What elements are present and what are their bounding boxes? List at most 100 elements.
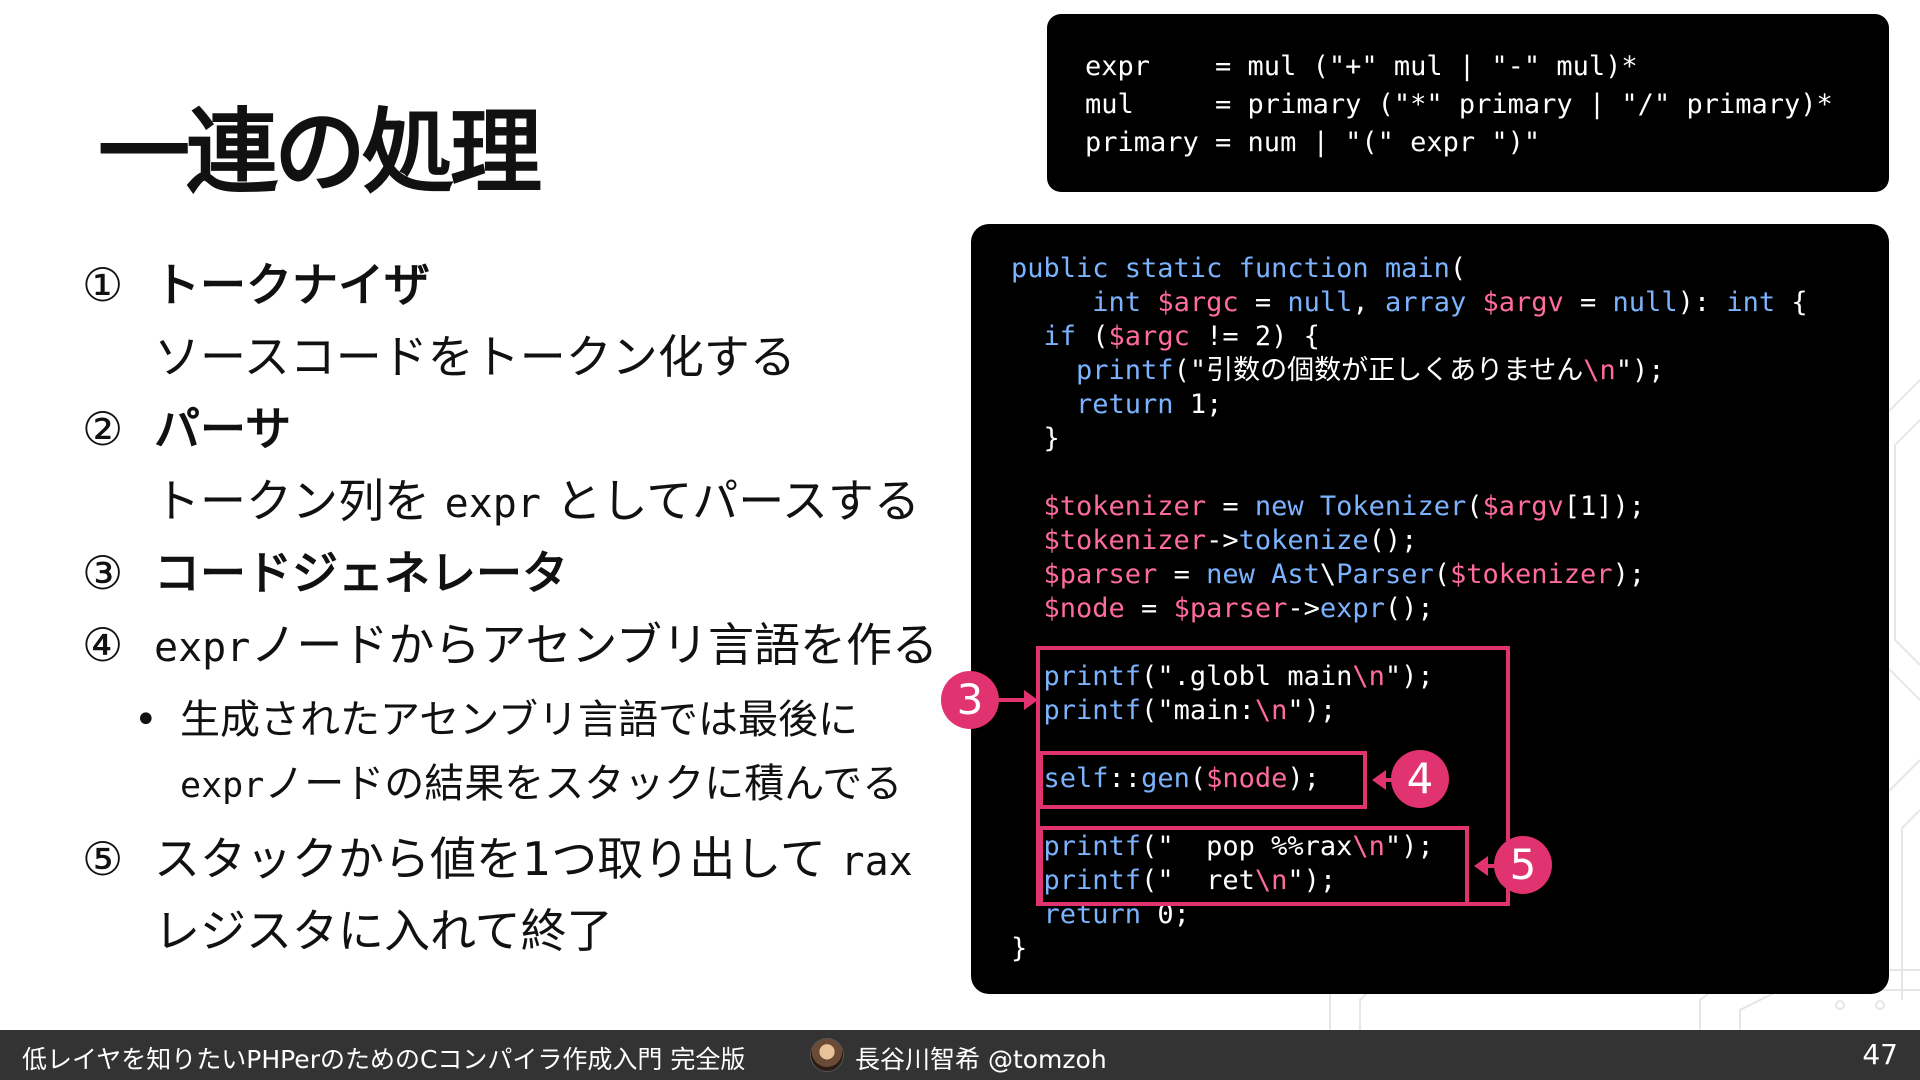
step-code: rax [840, 839, 913, 885]
code-text: { [1775, 287, 1808, 318]
step-number: ② [82, 402, 124, 456]
step-code: expr [154, 625, 251, 671]
code-text: = [1206, 491, 1255, 522]
step-5-description: レジスタに入れて終了 [154, 904, 613, 958]
code-keyword: self [1043, 763, 1109, 794]
code-text: :: [1108, 763, 1142, 794]
code-escape: \n [1254, 695, 1288, 726]
code-line: int $argc = null, array $argv = null): i… [1011, 286, 1889, 320]
grammar-line: expr = mul ("+" mul | "-" mul)* [1085, 51, 1638, 82]
code-text: (" pop %%rax [1141, 831, 1353, 862]
code-escape: \n [1352, 661, 1385, 692]
code-line: return 1; [1011, 388, 1889, 422]
code-keyword: return [1043, 899, 1142, 930]
code-class: Parser [1336, 559, 1434, 590]
code-line: } [1011, 933, 1028, 964]
code-text: (".globl main [1141, 661, 1353, 692]
code-text: (); [1368, 525, 1418, 556]
code-line: self::gen($node); [1011, 762, 1889, 796]
main-code-block: public static function main( int $argc =… [971, 224, 1889, 994]
page-number: 47 [1862, 1038, 1898, 1071]
step-1-description: ソースコードをトークン化する [154, 330, 796, 384]
code-text: = [1238, 287, 1288, 318]
code-text: [1]); [1563, 491, 1646, 522]
code-keyword: array [1384, 287, 1467, 318]
code-line: $parser = new Ast\Parser($tokenizer); [1011, 558, 1889, 592]
code-line: printf("main:\n"); [1011, 694, 1889, 728]
step-1: ① トークナイザ [82, 262, 430, 308]
bullet-code: expr [180, 766, 265, 806]
code-variable: $node [1206, 763, 1288, 794]
step-number: ④ [82, 618, 124, 672]
code-text: \ [1319, 559, 1337, 590]
code-keyword: new [1206, 559, 1255, 590]
code-line: $tokenizer = new Tokenizer($argv[1]); [1011, 490, 1889, 524]
code-function: gen [1141, 763, 1190, 794]
code-text: ); [1612, 559, 1646, 590]
code-text: "); [1615, 355, 1665, 386]
code-text: -> [1287, 593, 1320, 624]
code-function: tokenize [1238, 525, 1369, 556]
code-function: printf [1043, 661, 1142, 692]
code-keyword: null [1287, 287, 1353, 318]
avatar [810, 1038, 844, 1072]
code-keyword: int [1092, 287, 1142, 318]
code-text: , [1352, 287, 1385, 318]
step-code: expr [444, 481, 541, 527]
code-keyword: null [1612, 287, 1678, 318]
code-variable: $argv [1482, 287, 1564, 318]
code-text: = [1157, 559, 1207, 590]
code-escape: \n [1352, 831, 1385, 862]
code-text: != 2) { [1189, 321, 1320, 352]
grammar-code-block: expr = mul ("+" mul | "-" mul)* mul = pr… [1047, 14, 1889, 192]
code-line: printf("引数の個数が正しくありません\n"); [1011, 354, 1889, 388]
code-line: } [1011, 423, 1060, 454]
step-text: ノードからアセンブリ言語を作る [250, 618, 939, 672]
code-text: ( [1466, 491, 1483, 522]
step-text: スタックから値を1つ取り出して [154, 832, 841, 886]
step-3: ③ コードジェネレータ [82, 550, 568, 596]
code-text: ( [1433, 559, 1450, 590]
step-number: ⑤ [82, 832, 124, 886]
code-text: ); [1287, 763, 1320, 794]
code-text: ( [1449, 253, 1467, 284]
code-escape: \n [1583, 355, 1616, 386]
code-variable: $argc [1108, 321, 1190, 352]
step-heading: トークナイザ [154, 258, 430, 312]
code-function: printf [1043, 695, 1142, 726]
step-4: ④ exprノードからアセンブリ言語を作る [82, 622, 938, 668]
step-text: としてパースする [540, 474, 920, 528]
marker-5: 5 [1494, 836, 1552, 894]
bullet-item: • 生成されたアセンブリ言語では最後に [134, 700, 858, 740]
code-keyword: public static function [1011, 253, 1385, 284]
grammar-line: primary = num | "(" expr ")" [1085, 127, 1541, 158]
bullet-text: ノードの結果をスタックに積んでる [264, 761, 903, 807]
code-variable: $parser [1043, 559, 1158, 590]
step-5: ⑤ スタックから値を1つ取り出して rax [82, 836, 913, 882]
step-heading: コードジェネレータ [154, 546, 568, 600]
code-text: ): [1677, 287, 1727, 318]
footer-author: 長谷川智希 @tomzoh [855, 1045, 1107, 1074]
code-line: $node = $parser->expr(); [1011, 592, 1889, 626]
code-text: (); [1384, 593, 1434, 624]
code-keyword: if [1043, 321, 1077, 352]
page-title: 一連の処理 [98, 99, 542, 206]
step-2: ② パーサ [82, 406, 291, 452]
code-line: public static function main( [1011, 252, 1889, 286]
code-text: 0; [1141, 899, 1190, 930]
code-variable: $tokenizer [1450, 559, 1613, 590]
